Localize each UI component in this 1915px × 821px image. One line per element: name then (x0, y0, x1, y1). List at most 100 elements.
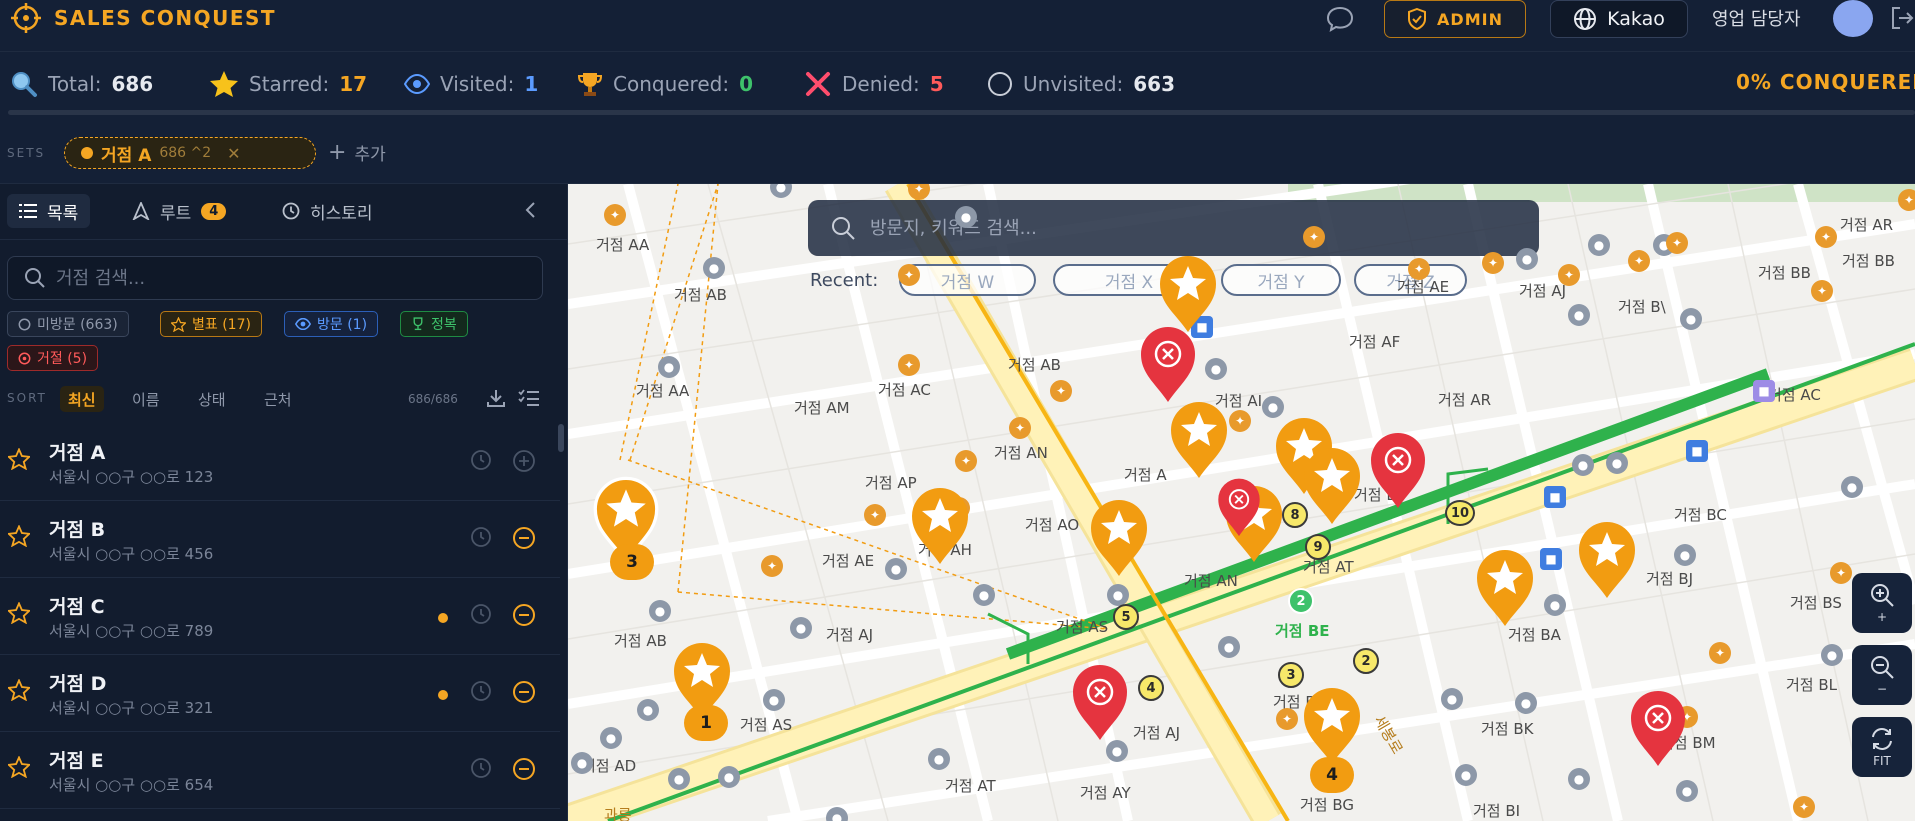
map-provider-button[interactable]: Kakao (1550, 0, 1688, 38)
restaurant-icon[interactable]: ✦ (1898, 189, 1915, 211)
station-marker[interactable]: 2 (1288, 588, 1314, 614)
poi-icon[interactable]: ● (885, 558, 907, 580)
poi-icon[interactable]: ● (600, 727, 622, 749)
star-icon[interactable] (8, 525, 30, 547)
denied-pin[interactable] (1070, 662, 1130, 742)
download-icon[interactable] (486, 388, 506, 408)
starred-pin[interactable] (1167, 398, 1231, 480)
poi-icon[interactable]: ● (1680, 308, 1702, 330)
restaurant-icon[interactable]: ✦ (1709, 642, 1731, 664)
poi-icon[interactable]: ● (637, 699, 659, 721)
route-number[interactable]: 4 (1310, 757, 1354, 793)
chevron-left-icon[interactable] (520, 199, 542, 221)
starred-pin[interactable] (1300, 444, 1364, 526)
stat-conquered[interactable]: Conquered: 0 (577, 66, 753, 102)
starred-pin[interactable] (1473, 546, 1537, 628)
restaurant-icon[interactable]: ✦ (1408, 258, 1430, 280)
recent-chip[interactable]: 거점 W (899, 264, 1036, 296)
zoom-out-button[interactable]: − (1852, 645, 1912, 705)
filter-conquered[interactable]: 정복 (400, 311, 468, 337)
clock-icon[interactable] (470, 449, 492, 471)
list-item[interactable]: 거점 B 서울시 ○○구 ○○로 456 (0, 501, 560, 578)
star-icon[interactable] (8, 448, 30, 470)
poi-icon[interactable]: ● (1205, 358, 1227, 380)
hotel-icon[interactable]: ■ (1753, 380, 1775, 402)
poi-icon[interactable]: ● (928, 748, 950, 770)
starred-pin[interactable] (1087, 496, 1151, 578)
restaurant-icon[interactable]: ✦ (955, 450, 977, 472)
logout-icon[interactable] (1890, 5, 1914, 31)
poi-icon[interactable]: ● (668, 768, 690, 790)
stat-visited[interactable]: Visited: 1 (404, 66, 538, 102)
set-chip-active[interactable]: 거점 A 686 ^2 ✕ (64, 137, 316, 169)
starred-pin[interactable] (1156, 252, 1220, 334)
restaurant-icon[interactable]: ✦ (1482, 252, 1504, 274)
add-route-icon[interactable] (512, 449, 536, 473)
denied-pin[interactable] (1138, 324, 1198, 404)
clock-icon[interactable] (470, 603, 492, 625)
chat-icon[interactable] (1325, 5, 1355, 33)
poi-icon[interactable]: ● (571, 752, 593, 774)
restaurant-icon[interactable]: ✦ (864, 504, 886, 526)
poi-icon[interactable]: ● (703, 257, 725, 279)
route-number[interactable]: 3 (610, 544, 654, 580)
add-set-button[interactable]: + 추가 (328, 140, 386, 165)
starred-pin[interactable] (1300, 684, 1364, 766)
tab-route[interactable]: 루트 4 (120, 194, 238, 228)
poi-icon[interactable]: ● (1588, 234, 1610, 256)
brand[interactable]: SALES CONQUEST (10, 2, 276, 34)
restaurant-icon[interactable]: ✦ (1793, 796, 1815, 818)
sort-status[interactable]: 상태 (190, 386, 234, 412)
bus-stop-icon[interactable]: ■ (1544, 486, 1566, 508)
restaurant-icon[interactable]: ✦ (604, 204, 626, 226)
station-marker[interactable]: 4 (1138, 675, 1164, 701)
tab-history[interactable]: 히스토리 (270, 194, 385, 228)
restaurant-icon[interactable]: ✦ (761, 555, 783, 577)
filter-starred[interactable]: 별표 (17) (160, 311, 262, 337)
poi-icon[interactable]: ● (955, 206, 977, 228)
poi-icon[interactable]: ● (718, 766, 740, 788)
station-marker[interactable]: 9 (1305, 534, 1331, 560)
filter-visited[interactable]: 방문 (1) (284, 311, 379, 337)
filter-unvisited[interactable]: 미방문 (663) (7, 311, 129, 337)
list-item[interactable]: 거점 E 서울시 ○○구 ○○로 654 (0, 732, 560, 809)
poi-icon[interactable]: ● (1568, 304, 1590, 326)
station-marker[interactable]: 2 (1353, 648, 1379, 674)
denied-pin[interactable] (1628, 688, 1688, 768)
remove-route-icon[interactable] (512, 526, 536, 550)
remove-route-icon[interactable] (512, 680, 536, 704)
list-item[interactable]: 거점 C 서울시 ○○구 ○○로 789 (0, 578, 560, 655)
denied-pin[interactable] (1368, 430, 1428, 510)
remove-route-icon[interactable] (512, 603, 536, 627)
poi-icon[interactable]: ● (1107, 584, 1129, 606)
map-search[interactable] (808, 200, 1539, 256)
restaurant-icon[interactable]: ✦ (1050, 380, 1072, 402)
poi-icon[interactable]: ● (1674, 544, 1696, 566)
restaurant-icon[interactable]: ✦ (898, 264, 920, 286)
restaurant-icon[interactable]: ✦ (1830, 562, 1852, 584)
bus-stop-icon[interactable]: ■ (1686, 440, 1708, 462)
poi-icon[interactable]: ● (790, 617, 812, 639)
restaurant-icon[interactable]: ✦ (1558, 264, 1580, 286)
clock-icon[interactable] (470, 757, 492, 779)
sort-nearby[interactable]: 근처 (256, 386, 300, 412)
denied-pin[interactable] (1216, 476, 1262, 538)
close-icon[interactable]: ✕ (227, 144, 240, 163)
starred-pin[interactable] (1575, 518, 1639, 600)
sort-newest[interactable]: 최신 (60, 386, 104, 412)
restaurant-icon[interactable]: ✦ (1815, 226, 1837, 248)
stat-denied[interactable]: Denied: 5 (804, 66, 944, 102)
list-item[interactable]: 거점 D 서울시 ○○구 ○○로 321 (0, 655, 560, 732)
poi-icon[interactable]: ● (1515, 692, 1537, 714)
restaurant-icon[interactable]: ✦ (1303, 226, 1325, 248)
poi-icon[interactable]: ● (1606, 452, 1628, 474)
admin-button[interactable]: ADMIN (1384, 0, 1526, 38)
map-view[interactable]: Recent: 거점 W 거점 X 거점 Y 거점 Z 거점 AA 거점 AB … (568, 184, 1915, 821)
stat-starred[interactable]: Starred: 17 (209, 66, 367, 102)
clock-icon[interactable] (470, 680, 492, 702)
station-marker[interactable]: 5 (1113, 604, 1139, 630)
restaurant-icon[interactable]: ✦ (898, 354, 920, 376)
poi-icon[interactable]: ● (1821, 644, 1843, 666)
star-icon[interactable] (8, 679, 30, 701)
bus-stop-icon[interactable]: ■ (1540, 548, 1562, 570)
